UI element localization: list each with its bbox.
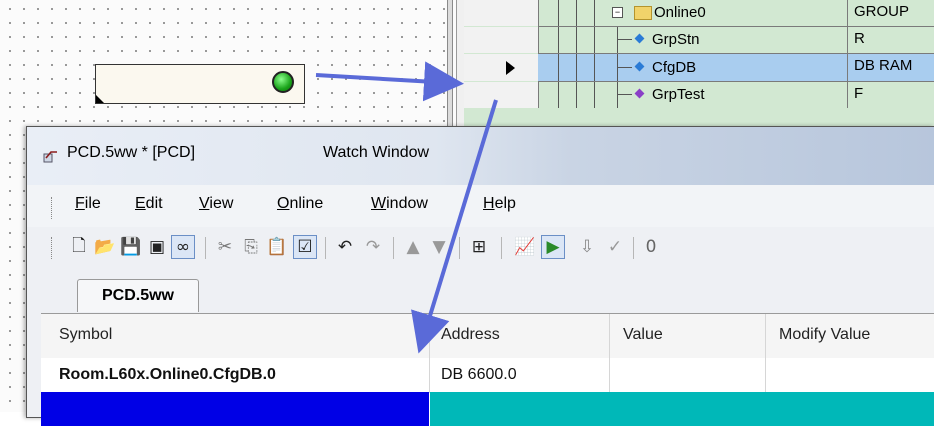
- properties-icon[interactable]: ☑: [293, 235, 317, 259]
- app-icon: [43, 151, 57, 163]
- row-selector[interactable]: [464, 27, 539, 53]
- paste-icon[interactable]: 📋: [265, 235, 289, 259]
- diamond-purple-icon: [634, 88, 645, 99]
- cell-symbol: Room.L60x.Online0.CfgDB.0: [59, 366, 276, 383]
- current-row-arrow-icon: [506, 61, 515, 75]
- watch-grid[interactable]: Symbol Address Value Modify Value Room.L…: [41, 313, 934, 426]
- move-down-icon[interactable]: ▼: [427, 235, 451, 259]
- document-title: Watch Window: [323, 144, 430, 161]
- menu-view[interactable]: View: [199, 195, 233, 213]
- tree-type: DB RAM: [848, 54, 934, 81]
- row-selector[interactable]: [464, 54, 539, 81]
- open-icon[interactable]: 📂: [93, 235, 117, 259]
- tree-row-cfgdb[interactable]: CfgDB DB RAM: [464, 54, 934, 81]
- column-value[interactable]: Value: [623, 326, 663, 344]
- diamond-blue-icon: [634, 61, 645, 72]
- counter-text[interactable]: 0: [639, 235, 663, 259]
- table-row-selected[interactable]: [41, 392, 934, 426]
- new-icon[interactable]: 🗋: [67, 235, 91, 259]
- watch-icon[interactable]: ⊞: [467, 235, 491, 259]
- splitter[interactable]: [447, 0, 453, 140]
- toolbar: 🗋 📂 💾 ▣ ∞ ✂ ⎘ 📋 ☑ ↶ ↷ ▲ ▼ ⊞ 📈 ▶ ⇩ ✓ 0: [27, 227, 934, 267]
- block-notch-icon: [96, 95, 104, 103]
- tab-strip: PCD.5ww: [27, 267, 934, 313]
- selected-cell-rest[interactable]: [430, 392, 934, 426]
- save-all-icon[interactable]: ▣: [145, 235, 169, 259]
- row-selector[interactable]: [464, 82, 539, 108]
- tree-label: GrpTest: [652, 86, 705, 103]
- glasses-icon[interactable]: ∞: [171, 235, 195, 259]
- move-up-icon[interactable]: ▲: [401, 235, 425, 259]
- tree-type: F: [854, 85, 864, 102]
- tree-type: GROUP: [854, 3, 910, 20]
- tree-label: Online0: [654, 4, 706, 21]
- cell-address: DB 6600.0: [441, 366, 517, 383]
- window-title: PCD.5ww * [PCD]: [67, 144, 196, 161]
- folder-icon: [634, 6, 652, 20]
- diamond-blue-icon: [634, 33, 645, 44]
- cut-icon[interactable]: ✂: [213, 235, 237, 259]
- grid-header: Symbol Address Value Modify Value: [41, 314, 934, 359]
- watch-window[interactable]: PCD.5ww * [PCD] Watch Window File Edit V…: [26, 126, 934, 426]
- column-address[interactable]: Address: [441, 326, 500, 344]
- tree-label: CfgDB: [652, 59, 697, 76]
- menu-online[interactable]: Online: [277, 195, 323, 213]
- toolbar-grip[interactable]: [51, 237, 56, 259]
- menu-file[interactable]: File: [75, 195, 101, 213]
- row-selector[interactable]: [464, 0, 539, 26]
- green-led-icon: [272, 71, 294, 93]
- symbol-tree[interactable]: − Online0 GROUP GrpStn R CfgDB DB RAM Gr…: [464, 0, 934, 140]
- menu-bar: File Edit View Online Window Help: [27, 185, 934, 227]
- tree-row-grpstn[interactable]: GrpStn R: [464, 27, 934, 53]
- column-modify-value[interactable]: Modify Value: [779, 326, 870, 344]
- function-block[interactable]: [95, 64, 305, 104]
- go-online-icon[interactable]: ▶: [541, 235, 565, 259]
- column-symbol[interactable]: Symbol: [59, 326, 112, 344]
- save-icon[interactable]: 💾: [119, 235, 143, 259]
- menubar-grip[interactable]: [51, 197, 56, 219]
- redo-icon[interactable]: ↷: [361, 235, 385, 259]
- menu-window[interactable]: Window: [371, 195, 428, 213]
- confirm-icon[interactable]: ✓: [603, 235, 627, 259]
- trend-icon[interactable]: 📈: [513, 235, 537, 259]
- title-bar[interactable]: PCD.5ww * [PCD] Watch Window: [27, 127, 934, 185]
- tab-pcd-5ww[interactable]: PCD.5ww: [77, 279, 199, 312]
- table-row[interactable]: Room.L60x.Online0.CfgDB.0 DB 6600.0: [41, 358, 934, 393]
- menu-edit[interactable]: Edit: [135, 195, 163, 213]
- menu-help[interactable]: Help: [483, 195, 516, 213]
- tree-row-online0[interactable]: − Online0 GROUP: [464, 0, 934, 26]
- selected-cell-symbol[interactable]: [41, 392, 429, 426]
- collapse-icon[interactable]: −: [612, 7, 623, 18]
- tree-label: GrpStn: [652, 31, 700, 48]
- tree-type: R: [854, 30, 865, 47]
- download-icon[interactable]: ⇩: [575, 235, 599, 259]
- tree-row-grptest[interactable]: GrpTest F: [464, 82, 934, 108]
- undo-icon[interactable]: ↶: [333, 235, 357, 259]
- copy-icon[interactable]: ⎘: [239, 235, 263, 259]
